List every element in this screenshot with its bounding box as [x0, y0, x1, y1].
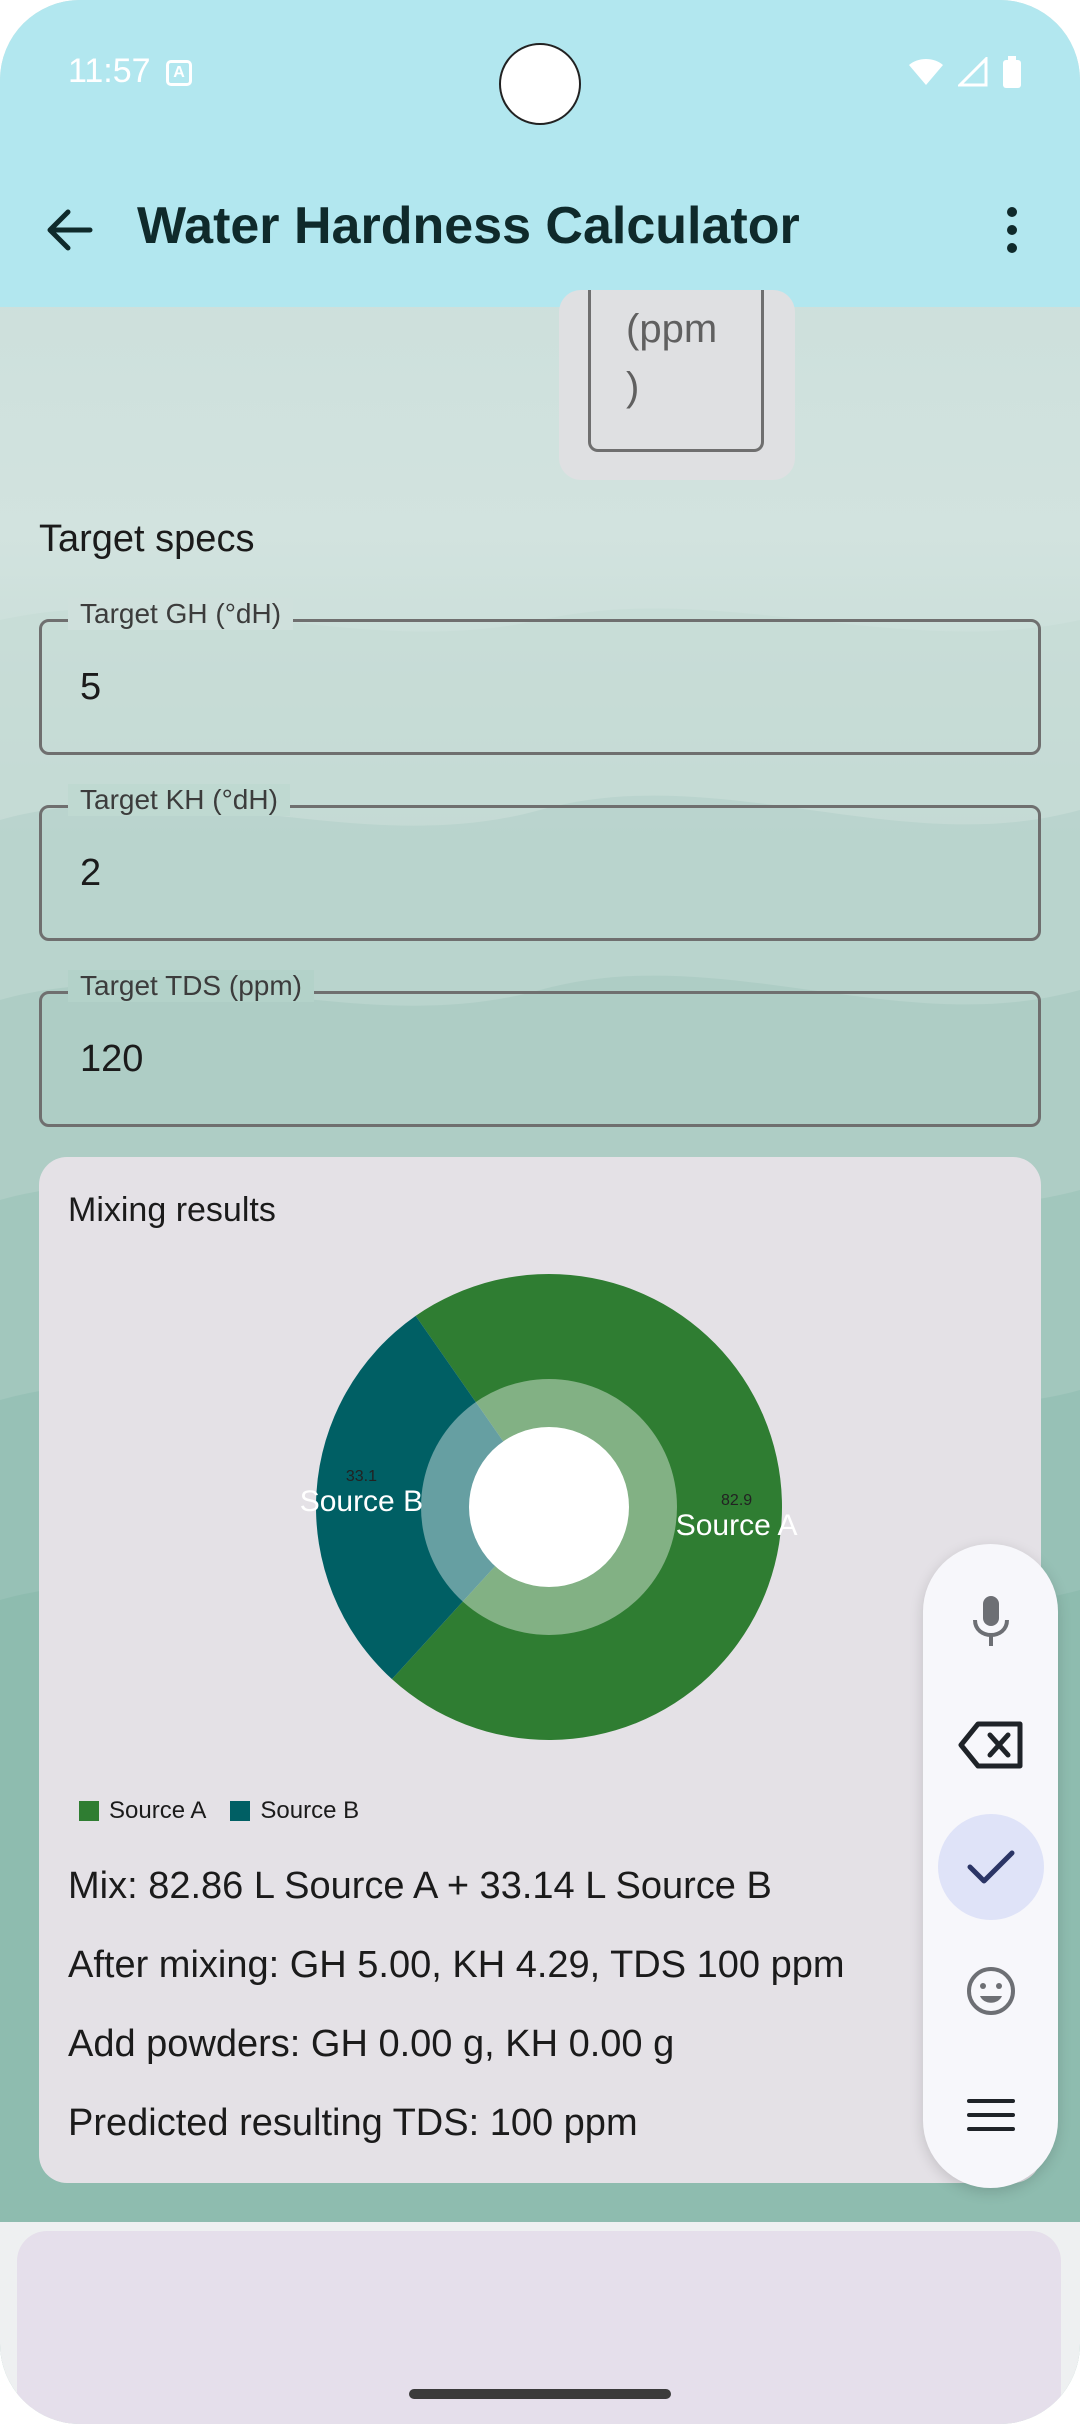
battery-icon [1003, 56, 1021, 88]
target-specs-heading: Target specs [39, 518, 255, 560]
backspace-icon [958, 1721, 1023, 1769]
target-tds-label: Target TDS (ppm) [68, 970, 314, 1002]
result-add-powders-line: Add powders: GH 0.00 g, KH 0.00 g [68, 2023, 675, 2065]
microphone-icon [973, 1596, 1009, 1646]
target-gh-label: Target GH (°dH) [68, 598, 294, 630]
pie-value-label: 82.9 [721, 1492, 752, 1509]
target-tds-value[interactable]: 120 [80, 1038, 143, 1081]
notification-icon: A [166, 60, 192, 86]
target-gh-value[interactable]: 5 [80, 666, 101, 709]
home-indicator[interactable] [409, 2389, 671, 2399]
emoji-icon [967, 1967, 1015, 2015]
target-kh-label: Target KH (°dH) [68, 784, 290, 816]
mixing-results-card: Mixing results 82.9 Source A 33.1 Source B … [39, 1157, 1041, 2183]
back-arrow-icon[interactable] [40, 200, 100, 260]
floating-input-toolbar [923, 1544, 1058, 2188]
result-after-mixing-line: After mixing: GH 5.00, KH 4.29, TDS 100 … [68, 1944, 845, 1986]
menu-icon [967, 2099, 1015, 2131]
legend-label-source-b: Source B [260, 1797, 360, 1824]
camera-cutout [499, 43, 581, 125]
chart-legend: Source A Source B [79, 1797, 359, 1825]
result-mix-line: Mix: 82.86 L Source A + 33.14 L Source B [68, 1865, 772, 1907]
pie-category-label: Source A [676, 1509, 798, 1542]
phone-screen: 11:57 A Water Hardness Calculator (ppm )… [0, 0, 1080, 2424]
confirm-button[interactable] [938, 1814, 1044, 1920]
status-icons [908, 56, 1022, 88]
pie-center-hole [469, 1427, 629, 1587]
legend-swatch-source-a [79, 1801, 99, 1821]
target-gh-field[interactable]: Target GH (°dH) 5 [39, 598, 1041, 755]
backspace-button[interactable] [938, 1692, 1044, 1798]
target-kh-field[interactable]: Target KH (°dH) 2 [39, 784, 1041, 941]
target-tds-field[interactable]: Target TDS (ppm) 120 [39, 970, 1041, 1127]
signal-icon [958, 57, 988, 87]
more-options-icon[interactable] [990, 200, 1034, 260]
result-predicted-tds-line: Predicted resulting TDS: 100 ppm [68, 2102, 638, 2144]
page-title: Water Hardness Calculator [137, 197, 800, 255]
target-kh-value[interactable]: 2 [80, 852, 101, 895]
app-bar: 11:57 A Water Hardness Calculator [0, 0, 1080, 307]
pie-value-label: 33.1 [346, 1468, 377, 1485]
check-icon [967, 1850, 1015, 1884]
menu-button[interactable] [938, 2062, 1044, 2168]
mixing-results-heading: Mixing results [68, 1191, 276, 1229]
emoji-button[interactable] [938, 1938, 1044, 2044]
partial-field-label: (ppm ) [626, 307, 718, 409]
legend-label-source-a: Source A [109, 1797, 207, 1824]
status-time: 11:57 [68, 52, 151, 90]
microphone-button[interactable] [938, 1568, 1044, 1674]
mix-pie-chart: 82.9Source A 33.1Source B [300, 1274, 798, 1740]
wifi-icon [909, 59, 943, 85]
pie-category-label: Source B [300, 1485, 423, 1518]
legend-swatch-source-b [230, 1801, 251, 1821]
